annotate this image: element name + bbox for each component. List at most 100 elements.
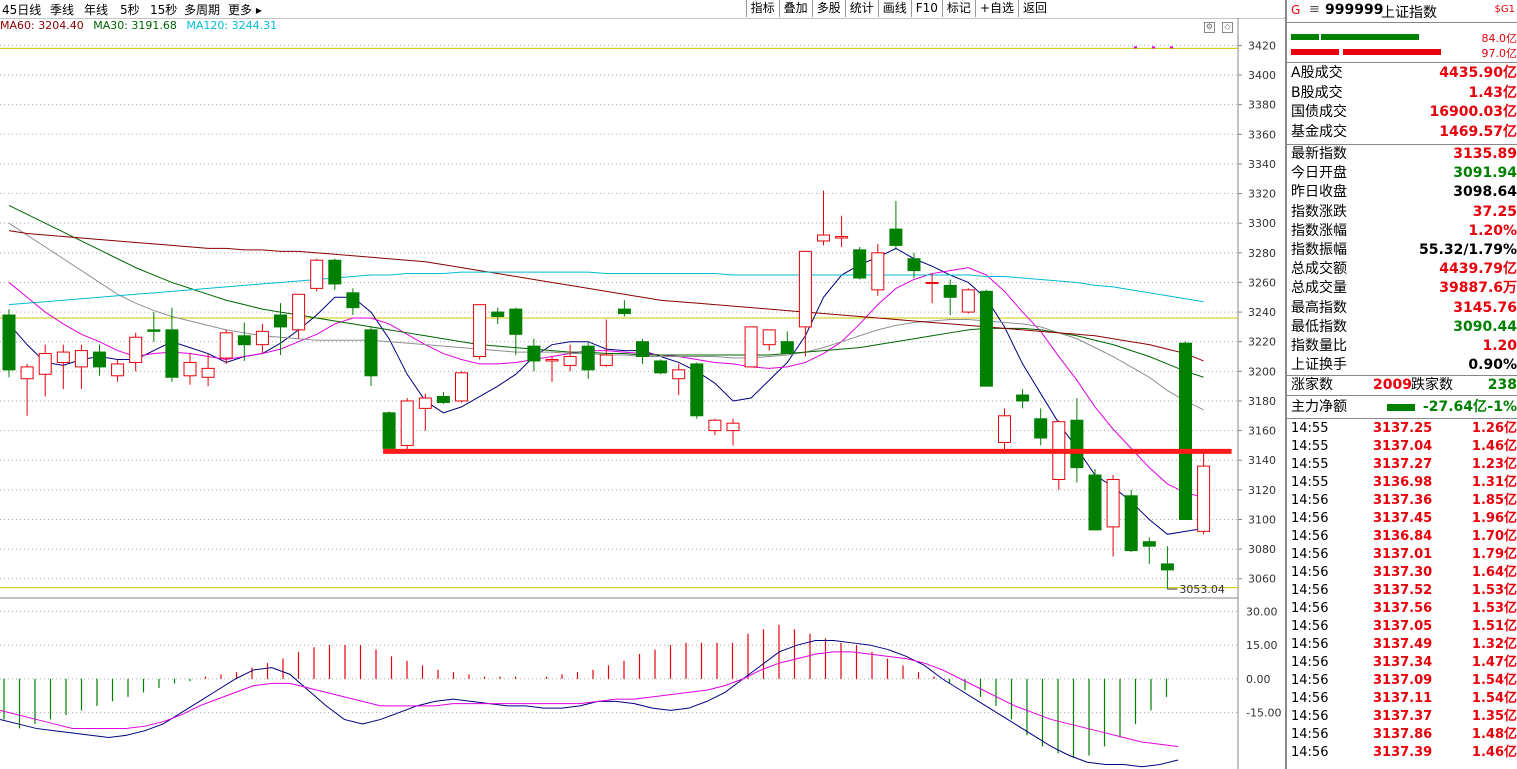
period-quarter[interactable]: 季线 (50, 1, 74, 18)
tick-row: 14:55 3137.04 1.46亿 (1291, 438, 1517, 456)
bar-green-1 (1291, 34, 1319, 40)
tool-multistock[interactable]: 多股 (811, 0, 845, 17)
y-tick-label: 3400 (1248, 69, 1276, 82)
period-45d[interactable]: 45日线 (2, 1, 41, 18)
stat-label: 总成交量 (1291, 280, 1347, 297)
tool-f10[interactable]: F10 (910, 0, 942, 17)
stock-name: 上证指数 (1381, 5, 1437, 21)
tick-row: 14:56 3137.56 1.53亿 (1291, 600, 1517, 618)
turnover-label: 国债成交 (1291, 104, 1347, 120)
flow-label: 主力净额 (1291, 399, 1347, 415)
stat-row: 最新指数 3135.89 (1291, 145, 1517, 164)
tool-mark[interactable]: 标记 (941, 0, 975, 17)
kline-chart[interactable]: 3060 3080 3100 3120 3140 3160 3180 3200 3220 3240… (0, 0, 1285, 769)
tick-price: 3137.01 (1373, 547, 1433, 562)
tick-time: 14:56 (1291, 691, 1329, 706)
y-tick-label: 3240 (1248, 306, 1276, 319)
tick-time: 14:56 (1291, 601, 1329, 616)
macd-tick-label: -15.00 (1246, 707, 1281, 720)
candle-body (1106, 478, 1120, 528)
tool-stats[interactable]: 统计 (844, 0, 878, 17)
turnover-row: B股成交 1.43亿 (1291, 84, 1517, 103)
tick-price: 3137.86 (1373, 727, 1433, 742)
candle-body (111, 363, 125, 377)
stat-row: 指数涨跌 37.25 (1291, 203, 1517, 222)
macd-tick-label: 30.00 (1246, 605, 1278, 618)
y-tick-label: 3260 (1248, 276, 1276, 289)
candle-body (744, 326, 758, 368)
tick-price: 3137.27 (1373, 457, 1433, 472)
period-year[interactable]: 年线 (84, 1, 108, 18)
period-more[interactable]: 更多 ▸ (228, 1, 262, 18)
tick-row: 14:56 3137.49 1.32亿 (1291, 636, 1517, 654)
tick-volume: 1.53亿 (1471, 583, 1517, 598)
tick-price: 3137.36 (1373, 493, 1433, 508)
tool-overlay[interactable]: 叠加 (778, 0, 812, 17)
tick-price: 3137.09 (1373, 673, 1433, 688)
tool-add-watchlist[interactable]: +自选 (974, 0, 1018, 17)
tick-row: 14:56 3137.45 1.96亿 (1291, 510, 1517, 528)
stat-label: 今日开盘 (1291, 165, 1347, 182)
tick-price: 3137.37 (1373, 709, 1433, 724)
marker-dot (1170, 46, 1173, 49)
stat-label: 昨日收盘 (1291, 184, 1347, 201)
stat-value: 37.25 (1472, 203, 1517, 220)
g-icon[interactable]: G (1291, 3, 1300, 17)
divider (1287, 62, 1517, 63)
tick-row: 14:56 3137.34 1.47亿 (1291, 654, 1517, 672)
tick-volume: 1.64亿 (1471, 565, 1517, 580)
tick-volume: 1.46亿 (1471, 745, 1517, 760)
stat-value: 3098.64 (1453, 184, 1517, 201)
tick-time: 14:56 (1291, 511, 1329, 526)
menu-icon[interactable]: ≡ (1309, 2, 1320, 17)
stat-value: 3091.94 (1453, 165, 1517, 182)
tick-volume: 1.35亿 (1471, 709, 1517, 724)
candle-body (1124, 495, 1138, 552)
turnover-value: 4435.90亿 (1439, 65, 1517, 81)
stat-row: 最低指数 3090.44 (1291, 318, 1517, 337)
tool-draw[interactable]: 画线 (877, 0, 911, 17)
candle-body (2, 314, 16, 371)
candle-body (310, 259, 324, 289)
candle-body (563, 356, 577, 366)
candle-body (364, 329, 378, 377)
tick-row: 14:56 3137.39 1.46亿 (1291, 744, 1517, 762)
candle-body (56, 351, 70, 363)
tick-time: 14:55 (1291, 457, 1329, 472)
ma-legend: MA60: 3204.40 MA30: 3191.68 MA120: 3244.… (0, 19, 283, 32)
stat-row: 总成交额 4439.79亿 (1291, 260, 1517, 279)
panel-title: G ≡ 999999 上证指数 $G1 (1287, 0, 1517, 23)
candle-body (599, 354, 613, 366)
tick-time: 14:56 (1291, 529, 1329, 544)
candle-body (1142, 541, 1156, 547)
tick-time: 14:55 (1291, 421, 1329, 436)
period-15s[interactable]: 15秒 (150, 1, 177, 18)
tick-volume: 1.47亿 (1471, 655, 1517, 670)
period-5s[interactable]: 5秒 (120, 1, 140, 18)
tick-volume: 1.54亿 (1471, 673, 1517, 688)
tick-volume: 1.31亿 (1471, 475, 1517, 490)
period-multi[interactable]: 多周期 (184, 1, 220, 18)
tick-price: 3137.52 (1373, 583, 1433, 598)
collapse-icon[interactable]: ◇ (1222, 22, 1233, 33)
turnover-label: 基金成交 (1291, 123, 1347, 140)
tool-back[interactable]: 返回 (1017, 0, 1051, 17)
settings-icon[interactable]: ⚙ (1204, 22, 1215, 33)
candle-body (835, 236, 849, 239)
y-tick-label: 3200 (1248, 365, 1276, 378)
tick-time: 14:56 (1291, 745, 1329, 760)
y-tick-label: 3300 (1248, 217, 1276, 230)
tool-indicator[interactable]: 指标 (745, 0, 779, 17)
stat-row: 最高指数 3145.76 (1291, 299, 1517, 318)
ma60-label: MA60: 3204.40 (0, 19, 84, 32)
stat-label: 最低指数 (1291, 318, 1347, 335)
candle-body (726, 422, 740, 432)
tick-price: 3136.84 (1373, 529, 1433, 544)
stat-label: 最高指数 (1291, 299, 1347, 316)
candle-body (436, 396, 450, 403)
tick-volume: 1.32亿 (1471, 637, 1517, 652)
y-tick-label: 3180 (1248, 395, 1276, 408)
ma-line-ma10 (8, 267, 1204, 498)
candle-body (545, 358, 559, 362)
stat-label: 总成交额 (1291, 261, 1347, 278)
